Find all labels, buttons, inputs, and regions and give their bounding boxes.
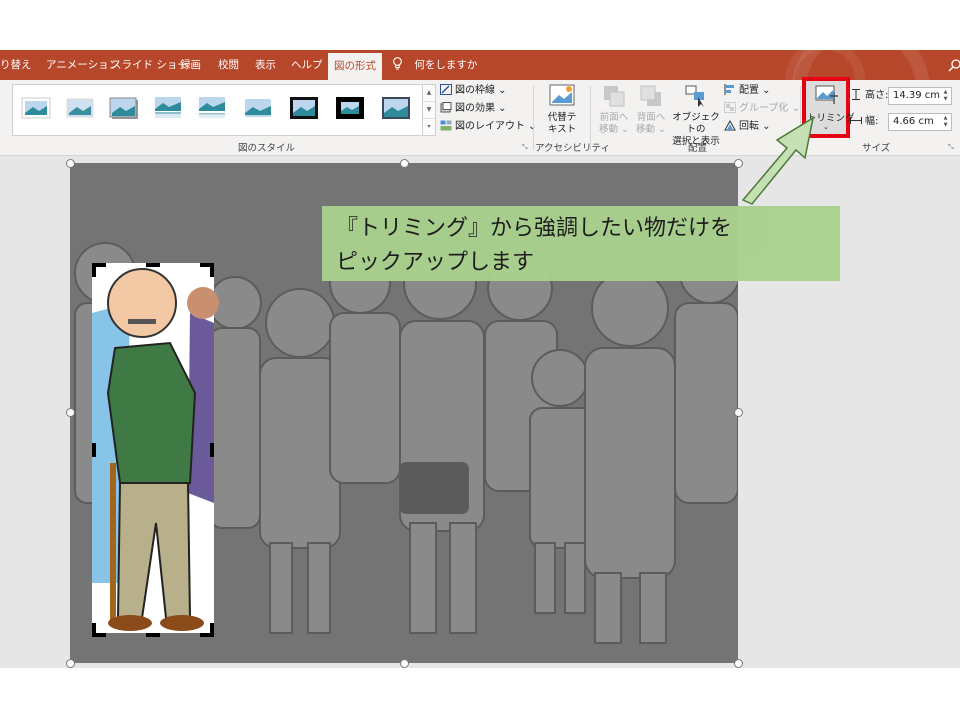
width-value: 4.66 cm bbox=[893, 116, 934, 127]
gallery-more-icon[interactable]: ▾ bbox=[423, 119, 435, 135]
bring-forward-label-2: 移動 bbox=[599, 124, 619, 135]
height-icon bbox=[852, 89, 860, 100]
tab-help[interactable]: ヘルプ bbox=[291, 50, 323, 80]
tab-transitions[interactable]: り替え bbox=[0, 50, 32, 80]
width-input[interactable]: 4.66 cm ▲ ▼ bbox=[888, 113, 952, 131]
align-label: 配置 bbox=[739, 85, 759, 96]
gallery-up-icon[interactable]: ▲ bbox=[423, 85, 435, 102]
cropped-old-man bbox=[92, 263, 219, 633]
accessibility-group-label: アクセシビリティ bbox=[535, 143, 610, 154]
bring-forward-button[interactable]: 前面へ 移動 ⌄ bbox=[596, 84, 632, 136]
layout-icon bbox=[440, 120, 452, 131]
picture-layout-label: 図のレイアウト bbox=[455, 121, 525, 132]
crop-icon bbox=[815, 85, 838, 104]
picture-effects-label: 図の効果 bbox=[455, 103, 495, 114]
tell-me-box[interactable]: 何をしますか bbox=[392, 50, 477, 80]
tab-slideshow[interactable]: スライド ショー bbox=[111, 50, 188, 80]
search-icon[interactable] bbox=[948, 58, 960, 72]
group-separator bbox=[533, 86, 534, 150]
tab-picture-format[interactable]: 図の形式 bbox=[328, 53, 382, 80]
selection-pane-icon bbox=[685, 85, 704, 107]
callout-line-1: 『トリミング』から強調したい物だけを bbox=[336, 216, 733, 241]
picture-effects-button[interactable]: 図の効果 ⌄ bbox=[440, 101, 507, 117]
tell-me-label: 何をしますか bbox=[414, 59, 478, 71]
align-button[interactable]: 配置 ⌄ bbox=[724, 83, 771, 99]
alt-text-label-1: 代替テ bbox=[547, 112, 577, 123]
picture-style-black-mat[interactable] bbox=[335, 95, 365, 121]
size-dialog-launcher-icon[interactable]: ⤡ bbox=[948, 143, 954, 152]
selection-pane-button[interactable]: オブジェクトの 選択と表示 bbox=[668, 84, 724, 148]
picture-style-gallery bbox=[12, 84, 424, 136]
picture-border-button[interactable]: 図の枠線 ⌄ bbox=[440, 83, 507, 99]
bring-forward-label-1: 前面へ bbox=[599, 112, 629, 123]
tab-animations[interactable]: アニメーション bbox=[46, 50, 119, 80]
picture-layout-button[interactable]: 図のレイアウト ⌄ bbox=[440, 119, 537, 135]
height-input[interactable]: 14.39 cm ▲ ▼ bbox=[888, 87, 952, 105]
resize-handle-bottom-left[interactable] bbox=[66, 659, 75, 668]
picture-border-label: 図の枠線 bbox=[455, 85, 495, 96]
selection-pane-label-1: オブジェクトの bbox=[672, 112, 720, 135]
send-backward-button[interactable]: 背面へ 移動 ⌄ bbox=[633, 84, 669, 136]
resize-handle-top-left[interactable] bbox=[66, 159, 75, 168]
picture-style-reflection-2[interactable] bbox=[197, 95, 227, 121]
gallery-scroll[interactable]: ▲ ▼ ▾ bbox=[422, 84, 436, 136]
arrange-group-label: 配置 bbox=[688, 143, 708, 154]
picture-style-soft-edge[interactable] bbox=[65, 95, 95, 121]
gallery-down-icon[interactable]: ▼ bbox=[423, 102, 435, 119]
tab-view[interactable]: 表示 bbox=[255, 50, 276, 80]
height-row: 高さ: bbox=[850, 88, 888, 104]
picture-style-thick-black[interactable] bbox=[289, 95, 319, 121]
tab-review[interactable]: 校閲 bbox=[218, 50, 239, 80]
send-backward-label-1: 背面へ bbox=[636, 112, 666, 123]
pen-border-icon bbox=[440, 84, 452, 95]
picture-style-reflection[interactable] bbox=[153, 95, 183, 121]
alt-text-icon bbox=[549, 84, 575, 106]
send-backward-label-2: 移動 bbox=[636, 124, 656, 135]
height-spinner-icon[interactable]: ▲ ▼ bbox=[941, 89, 950, 103]
dialog-launcher-icon[interactable]: ⤡ bbox=[522, 143, 528, 152]
callout-box: 『トリミング』から強調したい物だけを ピックアップします bbox=[322, 206, 840, 281]
ribbon-tab-bar: り替え アニメーション スライド ショー 録画 校閲 表示 ヘルプ 図の形式 何… bbox=[0, 20, 960, 158]
alt-text-label-2: キスト bbox=[547, 124, 577, 135]
lightbulb-icon bbox=[393, 57, 402, 70]
height-value: 14.39 cm bbox=[893, 90, 941, 101]
picture-style-shadow[interactable] bbox=[109, 95, 139, 121]
picture-style-simple-frame[interactable] bbox=[21, 95, 51, 121]
resize-handle-top[interactable] bbox=[400, 159, 409, 168]
resize-handle-bottom-right[interactable] bbox=[734, 659, 743, 668]
width-label: 幅: bbox=[865, 116, 879, 127]
alt-text-button[interactable]: 代替テ キスト bbox=[542, 84, 582, 136]
size-group-label: サイズ bbox=[862, 143, 891, 154]
resize-handle-bottom[interactable] bbox=[400, 659, 409, 668]
picture-styles-group-label: 図のスタイル bbox=[238, 143, 296, 154]
height-label: 高さ: bbox=[865, 90, 889, 101]
send-backward-icon bbox=[640, 85, 661, 106]
picture-style-rounded[interactable] bbox=[243, 95, 273, 121]
width-spinner-icon[interactable]: ▲ ▼ bbox=[941, 115, 950, 129]
effects-icon bbox=[440, 102, 452, 113]
picture-style-metal[interactable] bbox=[381, 95, 411, 121]
tab-record[interactable]: 録画 bbox=[180, 50, 201, 80]
group-separator bbox=[590, 86, 591, 150]
bring-forward-icon bbox=[604, 86, 625, 107]
resize-handle-left[interactable] bbox=[66, 408, 75, 417]
arrow-icon bbox=[741, 116, 815, 205]
resize-handle-right[interactable] bbox=[734, 408, 743, 417]
align-icon bbox=[724, 84, 734, 95]
callout-line-2: ピックアップします bbox=[336, 250, 535, 275]
